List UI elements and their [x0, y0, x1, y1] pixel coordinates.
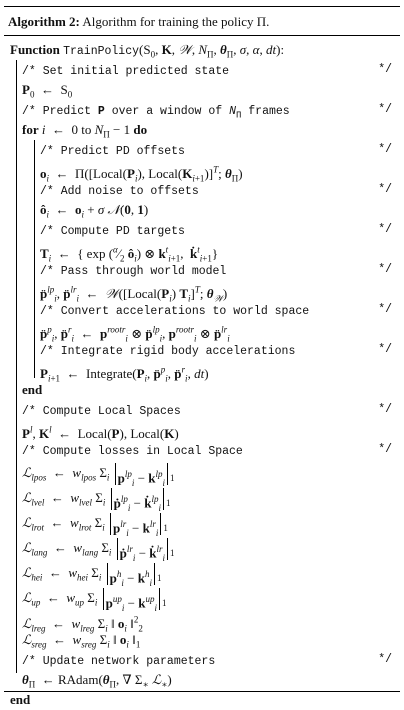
statement-text: P0 ← S0: [22, 82, 73, 100]
code-line: p̈lpi, p̈lri ← 𝒲([Local(Pi) Ti]T; θ𝒲): [4, 280, 400, 304]
code-line: ôi ← oi + σ 𝒩(0, 1): [4, 200, 400, 220]
comment-text: /* Integrate rigid body accelerations: [40, 345, 296, 358]
statement-text: ôi ← oi + σ 𝒩(0, 1): [40, 202, 149, 220]
header-rule: [4, 35, 400, 36]
comment-line: /* Compute Local Spaces */: [4, 400, 400, 420]
code-line: Function TrainPolicy(S0, K, 𝒲, NΠ, θΠ, σ…: [4, 40, 400, 60]
code-line: ℒsreg ← wsreg Σi ‖ oi ‖1: [4, 630, 400, 650]
statement-text: end: [22, 382, 43, 397]
code-line: ℒlvel ← wlvel Σi ṗlpi − k̇lpi 1: [4, 485, 400, 513]
algorithm-title: Algorithm 2: Algorithm for training the …: [8, 14, 269, 30]
comment-line: /* Convert accelerations to world space *…: [4, 300, 400, 320]
comment-end: */: [378, 403, 392, 416]
comment-line: /* Predict P over a window of NΠ frames *…: [4, 100, 400, 120]
comment-end: */: [378, 443, 392, 456]
code-line: Pl, Kl ← Local(P), Local(K): [4, 420, 400, 441]
comment-line: /* Integrate rigid body accelerations */: [4, 340, 400, 360]
code-line: ℒlrot ← wlrot Σi plri − klri 1: [4, 510, 400, 538]
algorithm-label: Algorithm 2:: [8, 14, 80, 29]
statement-text: ℒhei ← whei Σi phi − khi 1: [22, 563, 162, 588]
comment-text: /* Compute PD targets: [40, 225, 185, 238]
code-line: ℒup ← wup Σi pupi − kupi 1: [4, 585, 400, 613]
top-rule: [4, 6, 400, 7]
comment-end: */: [378, 653, 392, 666]
comment-text: /* Pass through world model: [40, 265, 227, 278]
comment-text: /* Update network parameters: [22, 655, 216, 668]
code-line: p̈pi, p̈ri ← prootri ⊗ p̈lpi, prootri ⊗ …: [4, 320, 400, 344]
comment-end: */: [378, 223, 392, 236]
comment-text: /* Compute Local Spaces: [22, 405, 181, 418]
code-line: ℒhei ← whei Σi phi − khi 1: [4, 560, 400, 588]
comment-text: /* Predict PD offsets: [40, 145, 185, 158]
code-line: Pi+1 ← Integrate(Pi, p̈pi, p̈ri, dt): [4, 360, 400, 384]
comment-text: /* Set initial predicted state: [22, 65, 230, 78]
algorithm-caption: Algorithm for training the policy Π.: [82, 14, 270, 29]
statement-text: θΠ ← RAdam(θΠ, ∇ Σ∗ ℒ∗): [22, 672, 172, 690]
comment-end: */: [378, 63, 392, 76]
code-line: end: [4, 690, 400, 710]
comment-text: /* Compute losses in Local Space: [22, 445, 243, 458]
statement-text: ℒup ← wup Σi pupi − kupi 1: [22, 588, 167, 613]
code-line: oi ← Π([Local(Pi), Local(Ki+1)]T; θΠ): [4, 160, 400, 184]
statement-text: ℒlpos ← wlpos Σi plpi − klpi 1: [22, 463, 175, 488]
statement-text: ℒlvel ← wlvel Σi ṗlpi − k̇lpi 1: [22, 488, 171, 513]
bottom-rule: [4, 691, 400, 692]
comment-end: */: [378, 103, 392, 116]
algorithm-box: Algorithm 2: Algorithm for training the …: [4, 6, 400, 707]
statement-text: ℒlrot ← wlrot Σi plri − klri 1: [22, 513, 168, 538]
comment-end: */: [378, 143, 392, 156]
comment-end: */: [378, 183, 392, 196]
comment-text: /* Convert accelerations to world space: [40, 305, 310, 318]
comment-line: /* Update network parameters */: [4, 650, 400, 670]
comment-end: */: [378, 263, 392, 276]
code-line: for i ← 0 to NΠ − 1 do: [4, 120, 400, 140]
comment-end: */: [378, 343, 392, 356]
comment-text: /* Add noise to offsets: [40, 185, 199, 198]
code-line: ℒlang ← wlang Σi ṗlri − k̇lri 1: [4, 535, 400, 563]
comment-end: */: [378, 303, 392, 316]
statement-text: ℒsreg ← wsreg Σi ‖ oi ‖1: [22, 632, 141, 650]
comment-line: /* Predict PD offsets */: [4, 140, 400, 160]
comment-line: /* Compute losses in Local Space */: [4, 440, 400, 460]
code-line: P0 ← S0: [4, 80, 400, 100]
comment-line: /* Set initial predicted state */: [4, 60, 400, 80]
code-line: Ti ← { exp (α⁄2 ôi) ⊗ kti+1, k̇ti+1}: [4, 240, 400, 264]
code-line: ℒlreg ← wlreg Σi ‖ oi ‖22: [4, 610, 400, 634]
statement-text: ℒlang ← wlang Σi ṗlri − k̇lri 1: [22, 538, 175, 563]
comment-line: /* Compute PD targets */: [4, 220, 400, 240]
statement-text: end: [10, 692, 31, 707]
code-line: ℒlpos ← wlpos Σi plpi − klpi 1: [4, 460, 400, 488]
comment-line: /* Add noise to offsets */: [4, 180, 400, 200]
code-line: end: [4, 380, 400, 400]
comment-text: /* Predict P over a window of NΠ frames: [22, 105, 290, 121]
statement-text: Function TrainPolicy(S0, K, 𝒲, NΠ, θΠ, σ…: [10, 42, 285, 60]
code-line: θΠ ← RAdam(θΠ, ∇ Σ∗ ℒ∗): [4, 670, 400, 690]
statement-text: for i ← 0 to NΠ − 1 do: [22, 122, 148, 140]
comment-line: /* Pass through world model */: [4, 260, 400, 280]
